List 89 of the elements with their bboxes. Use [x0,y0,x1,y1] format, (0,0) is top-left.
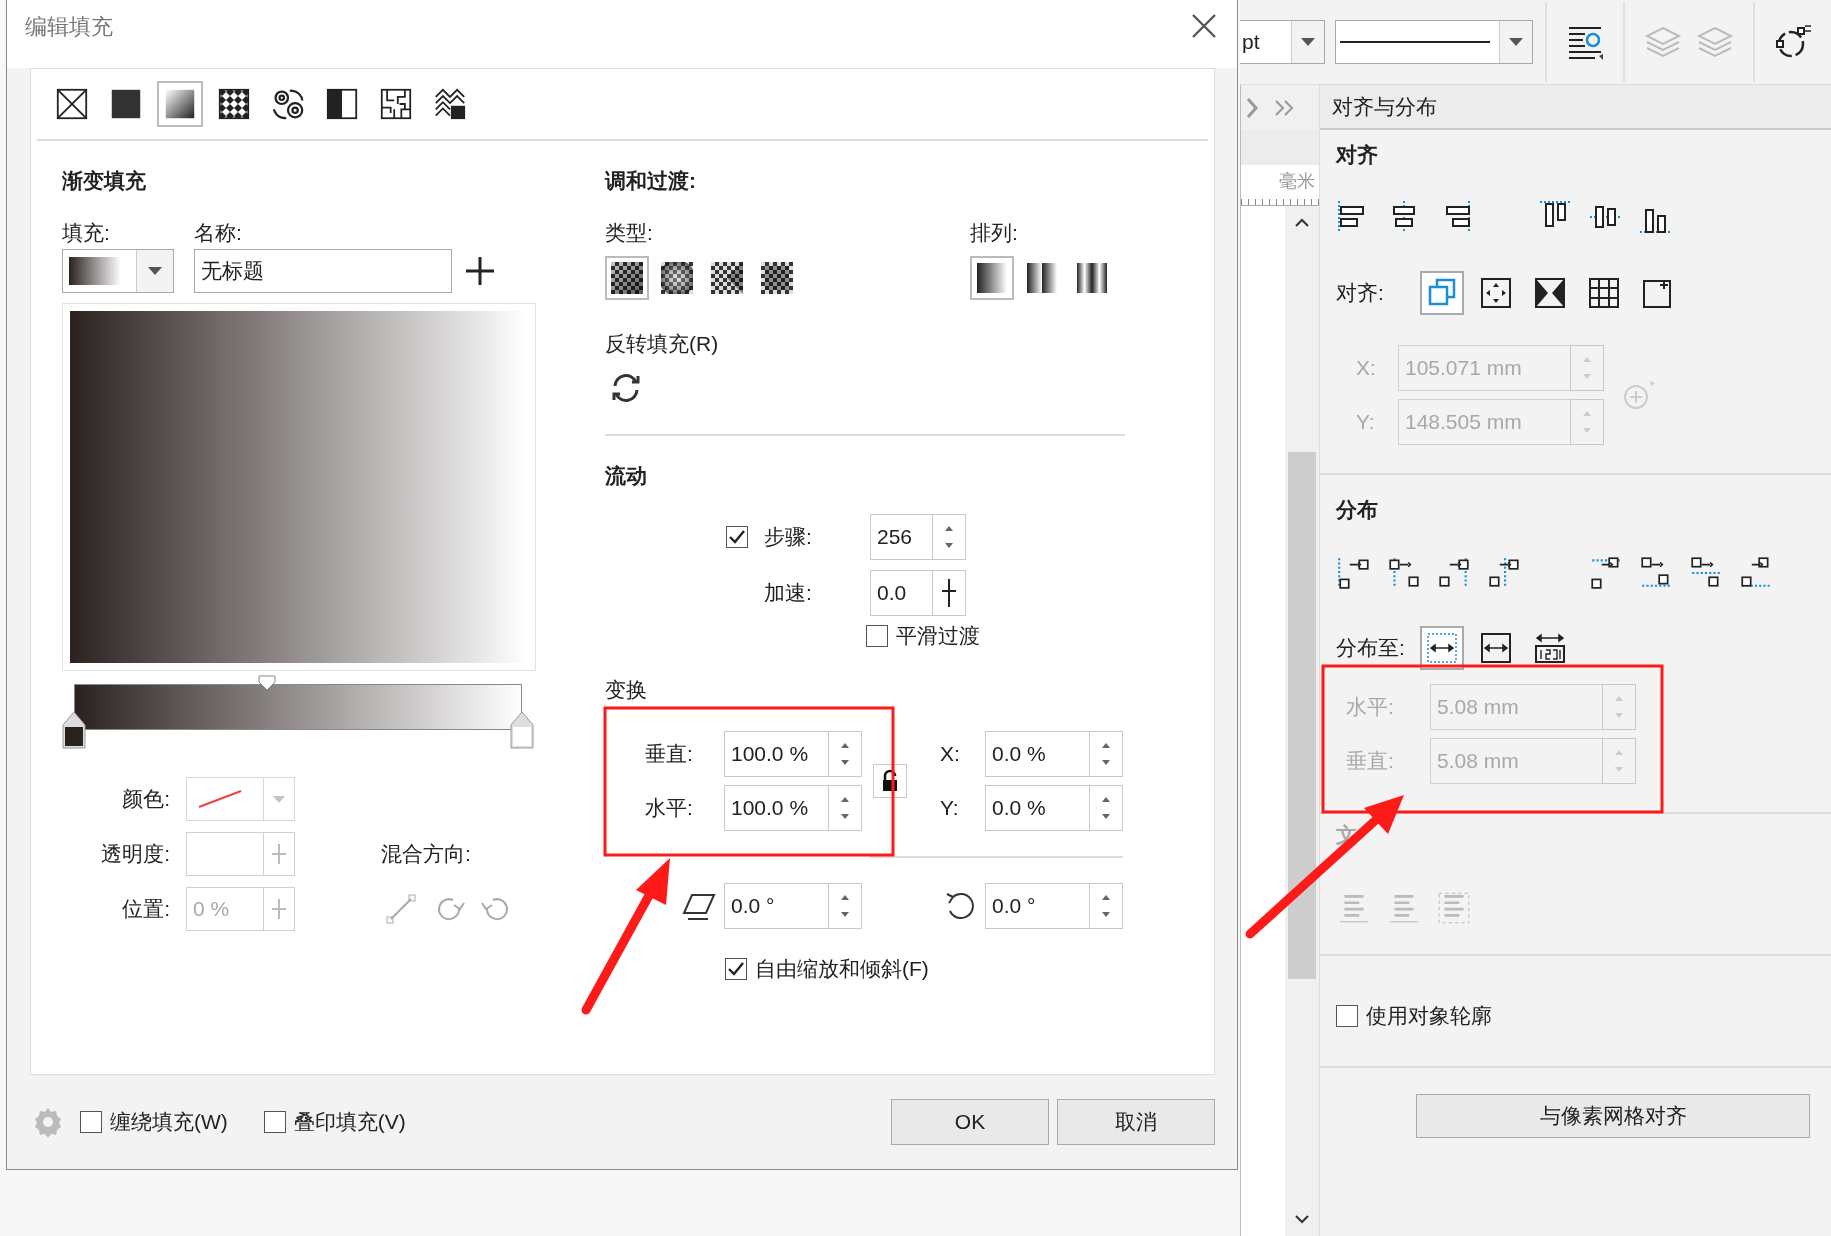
cancel-button[interactable]: 取消 [1057,1099,1215,1145]
steps-label: 步骤: [764,524,813,550]
rotation-field[interactable]: 0.0 ° [985,883,1089,929]
add-icon[interactable] [464,255,496,287]
vertical-label: 垂直: [645,741,694,767]
arrangement-label: 排列: [970,221,1018,244]
fill-type-button[interactable] [157,81,203,127]
reverse-fill-label: 反转填充(R) [605,331,720,357]
spin-buttons[interactable] [828,883,862,929]
horizontal-label: 水平: [1345,694,1395,720]
spin-buttons[interactable] [932,514,966,560]
fill-label: 填充: [62,220,111,246]
line-preview-icon [1340,40,1490,44]
color-stop-handle[interactable] [510,711,534,749]
section-heading: 流动 [605,463,648,489]
horizontal-scale-field[interactable]: 100.0 % [724,785,828,831]
docker-title: 对齐与分布 [1332,93,1437,120]
spin-buttons[interactable] [1089,785,1123,831]
checkbox[interactable] [725,958,747,980]
smooth-blend-label: 平滑过渡 [896,623,980,649]
section-heading: 对齐 [1336,142,1379,168]
dialog-title: 编辑填充 [25,13,113,41]
section-heading: 变换 [605,677,648,703]
skew-field[interactable]: 0.0 ° [724,883,828,929]
size-dropdown[interactable]: pt [1240,20,1325,64]
scroll-up-icon[interactable] [1294,218,1310,228]
y-offset-field[interactable]: 0.0 % [985,785,1089,831]
section-heading: 调和过渡: [605,168,697,194]
color-stop-handle[interactable] [62,711,86,749]
scrollbar[interactable] [1285,206,1319,1236]
position-label: 位置: [121,896,170,922]
acceleration-field[interactable]: 0.0 [870,570,932,616]
x-offset-field[interactable]: 0.0 % [985,731,1089,777]
color-label: 颜色: [121,786,170,812]
ok-button[interactable]: OK [891,1099,1049,1145]
cycle-arrows-icon[interactable] [610,372,642,404]
spin-buttons[interactable] [1089,731,1123,777]
slider-icon [271,897,287,921]
checkbox[interactable] [866,625,888,647]
wrap-fill-label: 缠绕填充(W) [110,1109,228,1135]
section-heading: 分布 [1336,497,1379,523]
spin-buttons[interactable] [828,785,862,831]
acceleration-label: 加速: [764,580,813,606]
checkbox[interactable] [80,1111,102,1133]
midpoint-handle[interactable] [257,675,276,691]
x-label: X: [939,742,961,766]
type-label: 类型: [605,221,653,244]
transparency-field[interactable] [186,832,295,876]
steps-field[interactable]: 256 [870,514,932,560]
blend-type-button[interactable] [605,256,649,300]
arrangement-button[interactable] [970,256,1014,300]
checkbox[interactable] [726,526,748,548]
name-field[interactable]: 无标题 [194,249,452,293]
transparency-label: 透明度: [100,841,170,867]
checkbox[interactable] [1336,1005,1358,1027]
vertical-label: 垂直: [1345,748,1395,774]
caret-icon [1301,38,1315,46]
align-to-label: 对齐: [1336,280,1385,306]
x-label: X: [1355,356,1377,380]
blend-direction-label: 混合方向: [380,841,472,867]
gradient-bar[interactable] [74,684,522,730]
caret-icon [148,267,162,275]
lock-button[interactable] [873,764,907,798]
gradient-swatch [69,257,121,285]
slider-button[interactable] [932,570,966,616]
line-style-dropdown[interactable] [1335,20,1533,64]
vertical-scale-field[interactable]: 100.0 % [724,731,828,777]
close-icon[interactable] [1191,13,1217,39]
overprint-fill-label: 叠印填充(V) [293,1109,406,1135]
lock-icon [880,769,900,793]
skew-icon [682,891,716,921]
y-label: Y: [939,796,960,820]
spin-buttons[interactable] [1089,883,1123,929]
checkbox[interactable] [263,1111,286,1133]
y-label: Y: [1355,410,1376,434]
section-heading: 渐变填充 [62,168,147,194]
spin-buttons[interactable] [828,731,862,777]
name-label: 名称: [194,220,243,246]
use-outline-label: 使用对象轮廓 [1366,1003,1492,1029]
slider-icon [271,842,287,866]
horizontal-label: 水平: [645,795,694,821]
free-scale-label: 自由缩放和倾斜(F) [755,956,929,982]
fill-dropdown[interactable] [62,249,174,293]
ruler-unit: 毫米 [1279,170,1316,193]
scroll-down-icon[interactable] [1294,1214,1310,1224]
distribute-to-label: 分布至: [1336,635,1406,661]
caret-icon [1509,38,1523,46]
caret-icon [273,795,285,803]
pixel-grid-button[interactable]: 与像素网格对齐 [1416,1094,1810,1138]
